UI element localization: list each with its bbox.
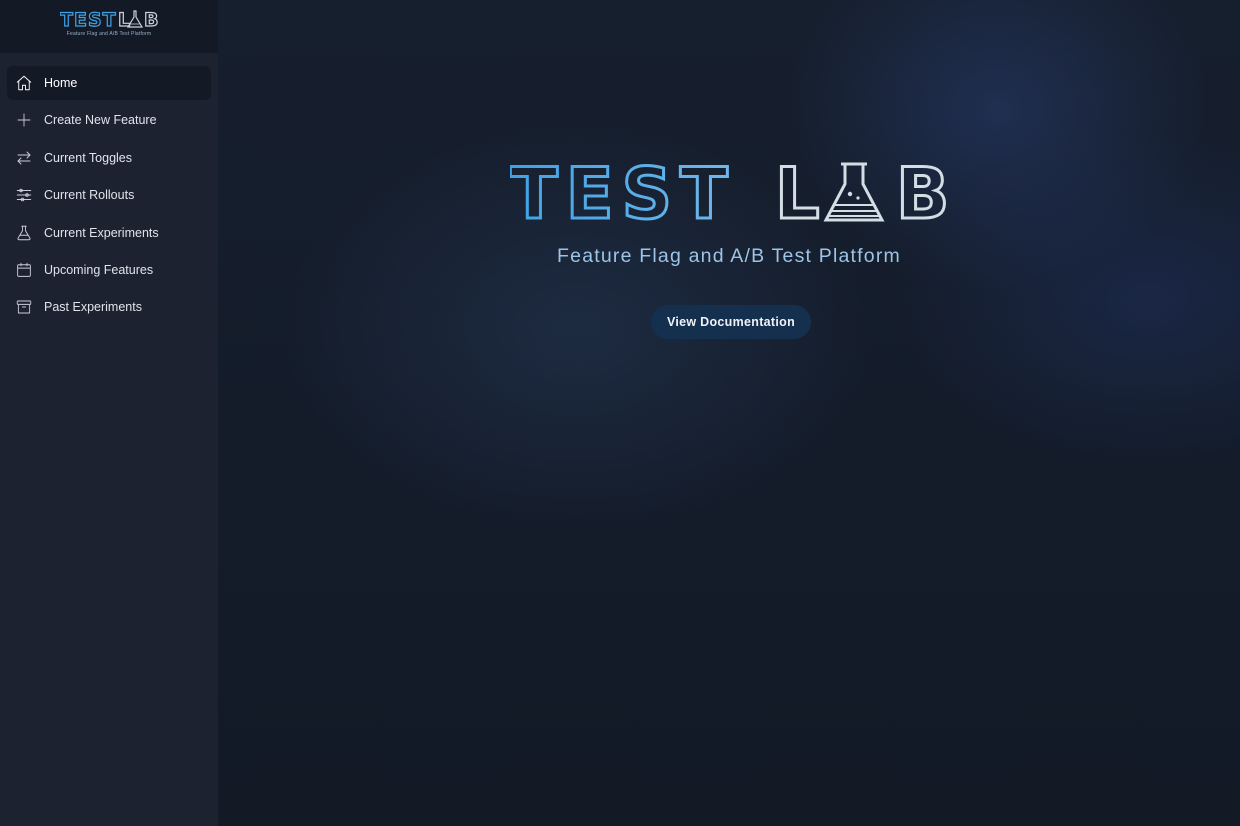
calendar-icon: [14, 260, 34, 280]
hero-logo-b: B: [896, 158, 949, 224]
hero-logo: TEST L B: [510, 158, 950, 224]
sidebar: Home Create New Feature Current Toggles …: [0, 53, 218, 826]
flask-icon: [14, 223, 34, 243]
sidebar-item-past-experiments[interactable]: Past Experiments: [7, 290, 211, 324]
brand-header[interactable]: TEST L B Feature Flag and A/B Test Platf…: [0, 0, 218, 53]
main-content: TEST L B Feature Flag and A/B Test Platf…: [218, 0, 1240, 826]
sidebar-item-current-experiments[interactable]: Current Experiments: [7, 216, 211, 250]
sidebar-item-home[interactable]: Home: [7, 66, 211, 100]
brand-logo-b: B: [144, 9, 158, 30]
sidebar-item-label: Create New Feature: [44, 113, 157, 128]
sidebar-item-label: Current Toggles: [44, 150, 133, 165]
sidebar-item-current-toggles[interactable]: Current Toggles: [7, 141, 211, 175]
sidebar-item-label: Upcoming Features: [44, 262, 154, 277]
hero-flask-icon: [823, 162, 885, 222]
archive-icon: [14, 297, 34, 317]
brand-logo-test: TEST: [60, 9, 117, 30]
sliders-icon: [14, 185, 34, 205]
view-documentation-button[interactable]: View Documentation: [651, 305, 811, 339]
home-icon: [14, 73, 34, 93]
app-window: TEST L B Feature Flag and A/B Test Platf…: [0, 0, 1240, 826]
sidebar-item-label: Past Experiments: [44, 300, 142, 315]
plus-icon: [14, 110, 34, 130]
hero-logo-test: TEST: [510, 158, 736, 224]
sidebar-nav: Home Create New Feature Current Toggles …: [0, 53, 218, 324]
hero-logo-l: L: [775, 158, 820, 224]
sidebar-item-label: Current Rollouts: [44, 188, 135, 203]
brand-tagline: Feature Flag and A/B Test Platform: [66, 31, 152, 37]
sidebar-item-label: Home: [44, 76, 78, 90]
brand-logo: TEST L B: [60, 8, 159, 30]
hero-subtitle: Feature Flag and A/B Test Platform: [557, 245, 901, 267]
sidebar-item-label: Current Experiments: [44, 225, 159, 240]
sidebar-item-create-new-feature[interactable]: Create New Feature: [7, 103, 211, 137]
sidebar-item-current-rollouts[interactable]: Current Rollouts: [7, 178, 211, 212]
arrows-exchange-icon: [14, 148, 34, 168]
sidebar-item-upcoming-features[interactable]: Upcoming Features: [7, 253, 211, 287]
